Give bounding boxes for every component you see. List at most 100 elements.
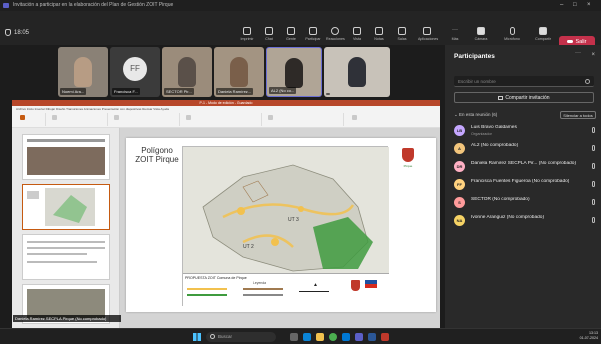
- outlook-icon[interactable]: [342, 333, 350, 341]
- print-button[interactable]: Imprimir: [238, 27, 256, 41]
- participant-row[interactable]: S SECTOR (No comprobado): [454, 196, 598, 210]
- powerpoint-ribbon: Archivo Inicio Insertar Dibujar Diseño T…: [12, 106, 440, 128]
- video-tile[interactable]: SECTOR Pir...: [162, 47, 212, 97]
- invite-icon: [498, 95, 504, 100]
- participant-row[interactable]: NA Ivonne Aranguiz (No comprobado): [454, 214, 598, 228]
- bold-icon[interactable]: [114, 115, 119, 120]
- apps-button[interactable]: Aplicaciones: [418, 27, 438, 41]
- camera-button[interactable]: Cámara: [472, 27, 490, 41]
- slide-thumbnail-selected[interactable]: [22, 184, 110, 230]
- people-button[interactable]: Gente: [282, 27, 300, 41]
- notes-icon: [375, 27, 383, 35]
- municipality-crest-icon: [402, 148, 414, 162]
- apps-icon: [423, 27, 431, 35]
- chrome-icon[interactable]: [329, 333, 337, 341]
- search-icon: [210, 334, 215, 339]
- ribbon-tabs[interactable]: Archivo Inicio Insertar Dibujar Diseño T…: [16, 107, 169, 111]
- rooms-button[interactable]: Salas: [393, 27, 411, 41]
- chat-button[interactable]: Chat: [260, 27, 278, 41]
- mic-off-icon: [592, 145, 595, 151]
- hand-icon: [309, 27, 317, 35]
- camera-icon: [477, 27, 485, 35]
- pdf-icon[interactable]: [381, 333, 389, 341]
- slide-editor: Polígono ZOIT Pirque UT 3 UT 2 PROPUESTA…: [120, 128, 440, 328]
- slide-thumbnails: [12, 128, 120, 328]
- avatar: S: [454, 197, 465, 208]
- slide-title: Polígono ZOIT Pirque: [135, 146, 179, 164]
- teams-meeting-window: Invitación a participar en la elaboració…: [0, 0, 601, 344]
- new-slide-icon[interactable]: [52, 115, 57, 120]
- share-invite-button[interactable]: Compartir invitación: [454, 92, 594, 103]
- video-tile[interactable]: Noemí Ara...: [58, 47, 108, 97]
- thumbnail-preview: [27, 139, 105, 175]
- designer-icon[interactable]: [352, 115, 357, 120]
- windows-start-icon[interactable]: [193, 333, 201, 341]
- current-slide[interactable]: Polígono ZOIT Pirque UT 3 UT 2 PROPUESTA…: [126, 138, 436, 312]
- maximize-icon[interactable]: □: [573, 0, 577, 11]
- view-button[interactable]: Vista: [348, 27, 366, 41]
- raise-hand-button[interactable]: Participar: [304, 27, 322, 41]
- ribbon-group: [110, 113, 180, 126]
- taskbar-search-input[interactable]: Buscar: [206, 332, 276, 342]
- map-label-ut3: UT 3: [288, 217, 299, 223]
- ribbon-group: [48, 113, 108, 126]
- paste-icon[interactable]: [20, 115, 25, 120]
- people-icon: [287, 27, 295, 35]
- participant-row[interactable]: DR Daniela Ramirez SECPLA Pir... (No com…: [454, 160, 598, 174]
- participant-row[interactable]: FF Francisca Fuentes Figueroa (No compro…: [454, 178, 598, 192]
- word-icon[interactable]: [368, 333, 376, 341]
- reactions-button[interactable]: Reacciones: [326, 27, 345, 41]
- notes-button[interactable]: Notas: [370, 27, 388, 41]
- avatar: FF: [454, 179, 465, 190]
- participant-video: [74, 57, 92, 87]
- zoit-map: UT 3 UT 2 PROPUESTA ZOIT Comuna de Pirqu…: [182, 146, 389, 307]
- panel-title: Participantes: [454, 53, 495, 60]
- more-button[interactable]: ··· Más: [446, 27, 464, 41]
- phone-icon: [567, 40, 574, 44]
- legend-swatch: [187, 294, 227, 296]
- map-label-ut2: UT 2: [243, 244, 254, 250]
- share-screen-button[interactable]: Compartir: [534, 27, 552, 41]
- task-view-icon[interactable]: [290, 333, 298, 341]
- minimize-icon[interactable]: –: [560, 0, 563, 11]
- avatar: LB: [454, 125, 465, 136]
- teams-icon[interactable]: [355, 333, 363, 341]
- participant-row[interactable]: LB Luis Bravo Galdames Organizador: [454, 124, 598, 138]
- participant-search-input[interactable]: Escribir un nombre: [454, 76, 594, 87]
- in-meeting-section[interactable]: ⌄ En esta reunión (6): [454, 112, 497, 118]
- participant-video: [178, 57, 196, 87]
- smile-icon: [331, 27, 339, 35]
- taskbar-clock[interactable]: 13:13 01-07-2024: [580, 331, 598, 341]
- scale-bar: [299, 291, 329, 292]
- more-options-icon[interactable]: ···: [575, 50, 581, 56]
- meeting-toolbar: 18:05 Imprimir Chat Gente Participar Rea…: [0, 11, 601, 49]
- slide-thumbnail[interactable]: [22, 234, 110, 280]
- video-tile[interactable]: FF Francisca F...: [110, 47, 160, 97]
- video-tile[interactable]: [324, 47, 390, 97]
- avatar: DR: [454, 161, 465, 172]
- slide-thumbnail[interactable]: [22, 134, 110, 180]
- map-legend: PROPUESTA ZOIT Comuna de Pirque Leyenda …: [183, 273, 389, 307]
- thumbnail-preview: [27, 241, 105, 263]
- mute-all-button[interactable]: Silenciar a todos: [560, 111, 596, 119]
- legend-swatch: [243, 294, 283, 296]
- edge-icon[interactable]: [303, 333, 311, 341]
- legend-swatch: [243, 288, 283, 290]
- file-explorer-icon[interactable]: [316, 333, 324, 341]
- shapes-icon[interactable]: [268, 115, 273, 120]
- avatar: NA: [454, 215, 465, 226]
- participant-row[interactable]: A AL2 (No comprobado): [454, 142, 598, 156]
- microphone-button[interactable]: Micrófono: [503, 27, 521, 41]
- mic-off-icon: [592, 217, 595, 223]
- map-graphic: [183, 147, 389, 273]
- avatar: A: [454, 143, 465, 154]
- video-tile[interactable]: Daniela Ramírez...: [214, 47, 264, 97]
- align-icon[interactable]: [186, 115, 191, 120]
- participant-video: [348, 57, 366, 87]
- share-icon: [539, 27, 547, 35]
- video-tile-active[interactable]: AL2 (No co...: [266, 47, 322, 97]
- participants-panel: Participantes ··· × Escribir un nombre C…: [445, 45, 601, 328]
- close-panel-icon[interactable]: ×: [591, 52, 595, 58]
- close-window-icon[interactable]: ×: [587, 0, 591, 11]
- legend-title: PROPUESTA ZOIT Comuna de Pirque: [185, 276, 247, 280]
